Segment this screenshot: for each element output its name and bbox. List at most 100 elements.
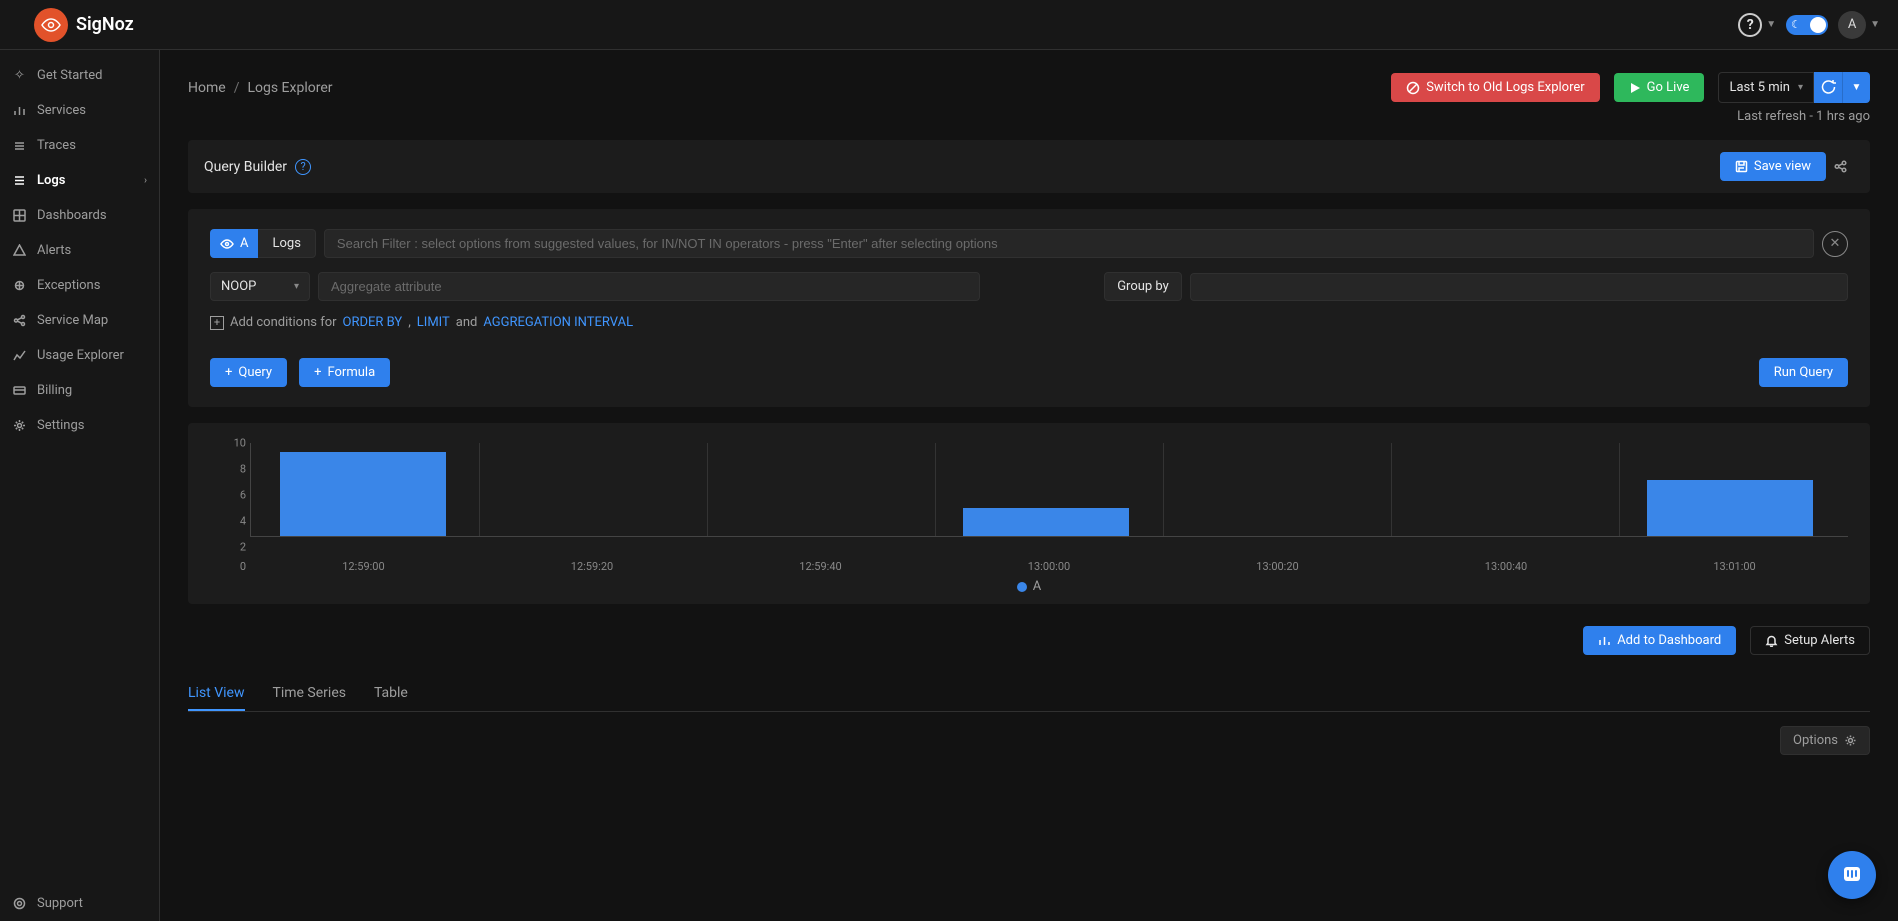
- group-by-label: Group by: [1104, 272, 1182, 301]
- line-chart-icon: [12, 349, 27, 362]
- result-tabs: List View Time Series Table: [188, 677, 1870, 712]
- moon-icon: ☾: [1791, 18, 1801, 31]
- share-icon: [12, 314, 27, 327]
- caret-down-icon: ▼: [1852, 82, 1862, 93]
- plus-icon: +: [314, 365, 321, 380]
- bug-icon: [12, 279, 27, 292]
- tab-time-series[interactable]: Time Series: [273, 677, 346, 711]
- brand-logo[interactable]: SigNoz: [34, 8, 134, 42]
- alert-icon: [12, 244, 27, 257]
- help-icon[interactable]: ?: [295, 159, 311, 175]
- toggle-knob: [1810, 17, 1826, 33]
- sidebar-item-alerts[interactable]: Alerts: [0, 233, 159, 268]
- search-filter-input[interactable]: [324, 229, 1814, 258]
- caret-down-icon: ▼: [1766, 19, 1776, 30]
- avatar[interactable]: A: [1838, 11, 1866, 39]
- limit-link[interactable]: LIMIT: [417, 315, 450, 330]
- eye-icon: [220, 239, 234, 249]
- topbar: SigNoz ? ▼ ☾ A ▼: [0, 0, 1898, 50]
- aggregate-op-select[interactable]: NOOP ▾: [210, 272, 310, 301]
- add-query-button[interactable]: + Query: [210, 358, 287, 387]
- aggregation-interval-link[interactable]: AGGREGATION INTERVAL: [483, 315, 633, 330]
- plus-icon[interactable]: +: [210, 316, 224, 330]
- add-formula-button[interactable]: + Formula: [299, 358, 390, 387]
- clear-filter-button[interactable]: ✕: [1822, 231, 1848, 257]
- y-tick: 10: [210, 437, 246, 450]
- chart-bar: [963, 508, 1129, 536]
- sidebar-item-label: Exceptions: [37, 278, 100, 293]
- refresh-interval-dropdown[interactable]: ▼: [1842, 72, 1870, 103]
- chat-icon: [1841, 864, 1863, 886]
- sidebar-item-service-map[interactable]: Service Map: [0, 303, 159, 338]
- intercom-launcher[interactable]: [1828, 851, 1876, 899]
- sidebar: ✧ Get Started Services Traces Logs ›: [0, 50, 160, 921]
- sidebar-item-label: Billing: [37, 383, 72, 398]
- sidebar-item-traces[interactable]: Traces: [0, 128, 159, 163]
- save-view-button[interactable]: Save view: [1720, 152, 1826, 181]
- x-tick: 13:00:20: [1256, 560, 1298, 573]
- sidebar-item-label: Dashboards: [37, 208, 107, 223]
- sidebar-item-services[interactable]: Services: [0, 93, 159, 128]
- caret-down-icon: ▾: [294, 281, 299, 292]
- last-refresh-label: Last refresh - 1 hrs ago: [188, 109, 1870, 124]
- sidebar-item-logs[interactable]: Logs ›: [0, 163, 159, 198]
- x-tick: 12:59:40: [799, 560, 841, 573]
- sidebar-item-label: Support: [37, 896, 83, 911]
- go-live-button[interactable]: Go Live: [1614, 73, 1705, 102]
- y-tick: 8: [210, 463, 246, 476]
- sidebar-item-usage-explorer[interactable]: Usage Explorer: [0, 338, 159, 373]
- sidebar-item-settings[interactable]: Settings: [0, 408, 159, 443]
- sidebar-item-label: Services: [37, 103, 86, 118]
- query-toggle-a[interactable]: A: [210, 229, 258, 258]
- sidebar-item-billing[interactable]: Billing: [0, 373, 159, 408]
- layers-icon: [12, 139, 27, 152]
- gear-icon: [1844, 734, 1857, 747]
- breadcrumb-home[interactable]: Home: [188, 80, 226, 96]
- aggregate-attribute-input[interactable]: [318, 272, 980, 301]
- chevron-right-icon: ›: [144, 175, 147, 186]
- order-by-link[interactable]: ORDER BY: [343, 315, 403, 330]
- x-tick: 12:59:00: [342, 560, 384, 573]
- time-range-select[interactable]: Last 5 min ▾: [1718, 72, 1814, 103]
- query-builder-title: Query Builder: [204, 159, 287, 175]
- caret-down-icon[interactable]: ▼: [1870, 19, 1880, 30]
- sidebar-item-label: Alerts: [37, 243, 71, 258]
- add-to-dashboard-button[interactable]: Add to Dashboard: [1583, 626, 1736, 655]
- run-query-button[interactable]: Run Query: [1759, 358, 1848, 387]
- setup-alerts-button[interactable]: Setup Alerts: [1750, 626, 1870, 655]
- sidebar-item-label: Service Map: [37, 313, 108, 328]
- sidebar-item-label: Get Started: [37, 68, 102, 83]
- list-icon: [12, 174, 27, 187]
- refresh-button[interactable]: [1814, 72, 1842, 103]
- dashboard-icon: [12, 209, 27, 222]
- x-tick: 13:00:00: [1028, 560, 1070, 573]
- sidebar-item-get-started[interactable]: ✧ Get Started: [0, 58, 159, 93]
- bell-icon: [1765, 634, 1778, 647]
- group-by-input[interactable]: [1190, 273, 1848, 301]
- data-source-select[interactable]: Logs: [258, 229, 315, 258]
- main-content: Home / Logs Explorer Switch to Old Logs …: [160, 50, 1898, 921]
- chart-bar: [280, 452, 446, 536]
- help-button[interactable]: ? ▼: [1738, 13, 1776, 37]
- options-button[interactable]: Options: [1780, 726, 1870, 755]
- x-tick: 12:59:20: [571, 560, 613, 573]
- tab-table[interactable]: Table: [374, 677, 408, 711]
- lifebuoy-icon: [12, 897, 27, 910]
- gear-icon: [12, 419, 27, 432]
- card-icon: [12, 384, 27, 397]
- legend-label: A: [1033, 579, 1041, 594]
- theme-toggle[interactable]: ☾: [1786, 15, 1828, 35]
- sidebar-item-exceptions[interactable]: Exceptions: [0, 268, 159, 303]
- chart-panel: 10 8 6 4 2 0: [188, 423, 1870, 604]
- switch-old-explorer-button[interactable]: Switch to Old Logs Explorer: [1391, 73, 1599, 102]
- sidebar-item-dashboards[interactable]: Dashboards: [0, 198, 159, 233]
- x-tick: 13:00:40: [1485, 560, 1527, 573]
- tab-list-view[interactable]: List View: [188, 677, 245, 711]
- histogram-chart: 10 8 6 4 2 0: [210, 443, 1848, 573]
- brand-name: SigNoz: [76, 14, 134, 35]
- conditions-row: + Add conditions for ORDER BY , LIMIT an…: [210, 315, 1848, 330]
- share-button[interactable]: [1826, 153, 1854, 181]
- chart-actions: Add to Dashboard Setup Alerts: [188, 626, 1870, 655]
- chart-legend: A: [210, 579, 1848, 594]
- sidebar-item-support[interactable]: Support: [0, 886, 159, 921]
